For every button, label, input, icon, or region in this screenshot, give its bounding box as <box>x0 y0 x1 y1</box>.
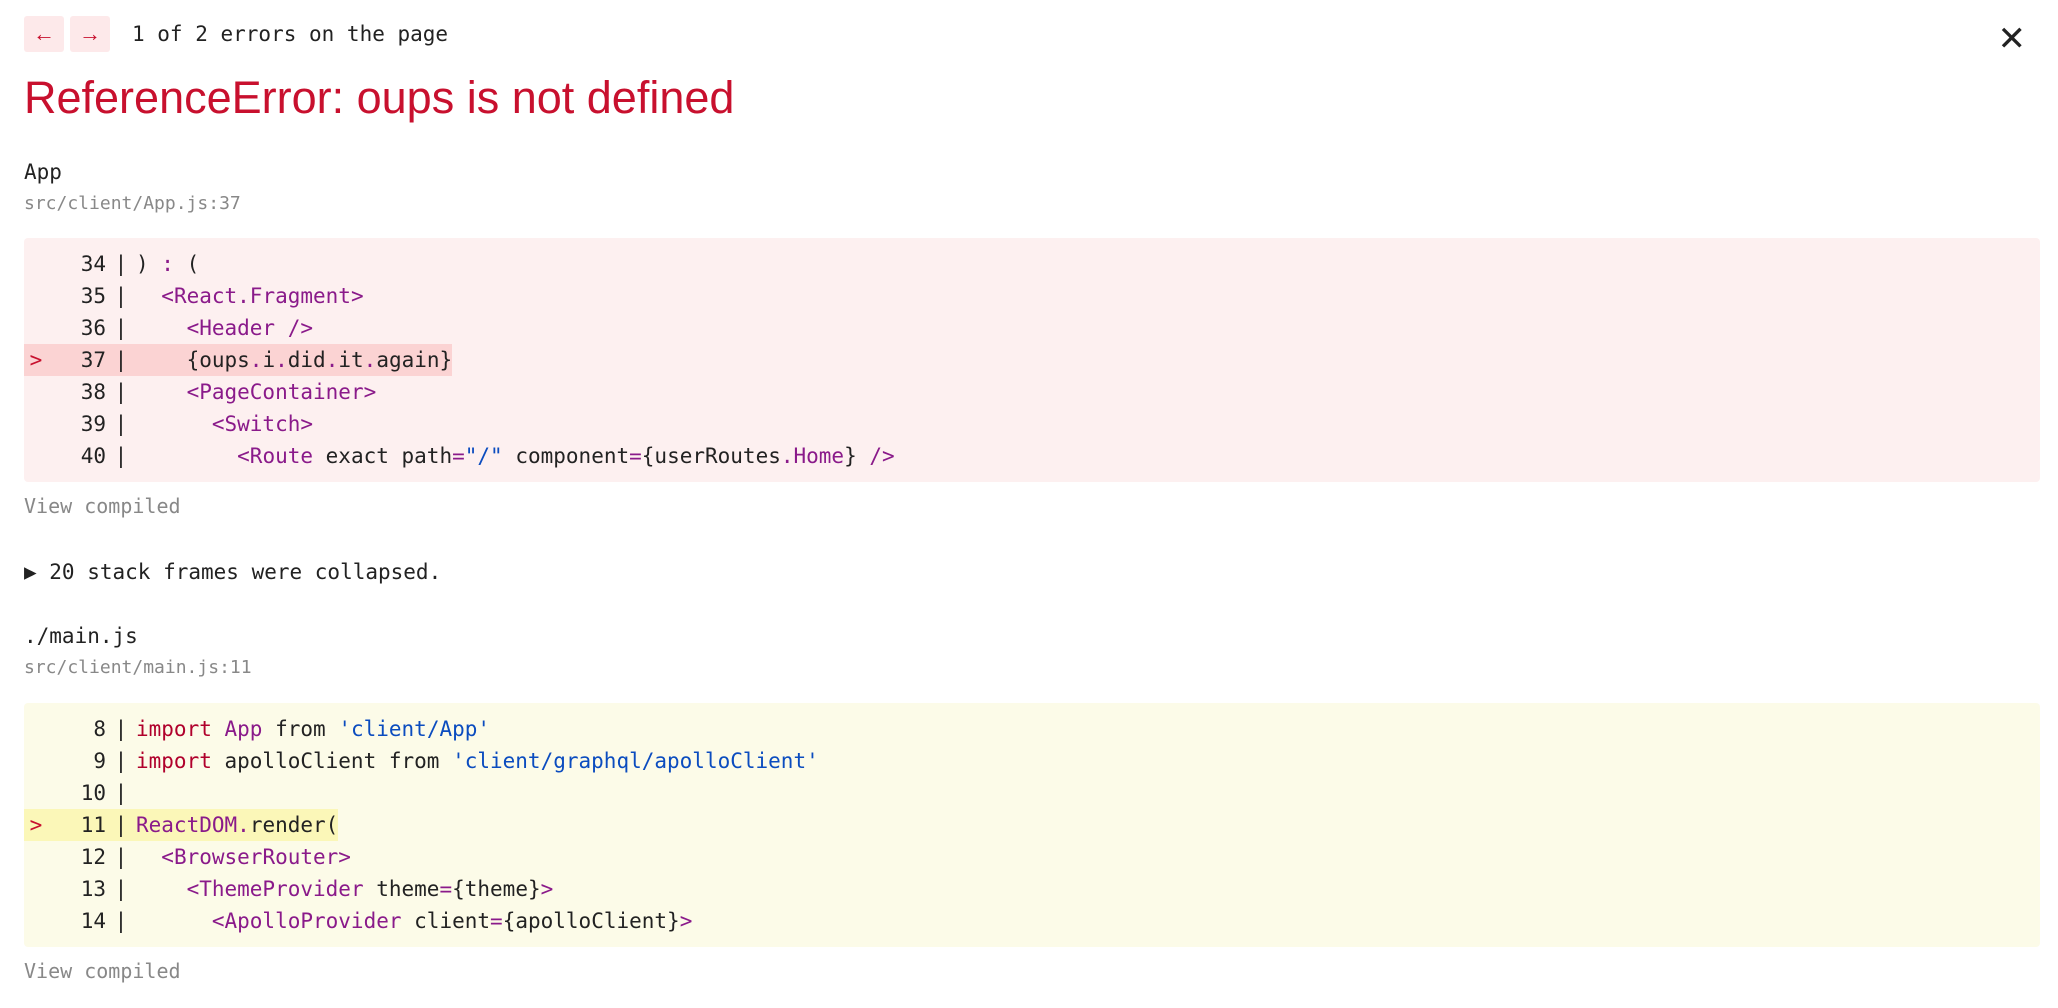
code-line: 12 | <BrowserRouter> <box>80 845 351 869</box>
code-line: 9 | import apolloClient from 'client/graph… <box>93 749 819 773</box>
code-line: 13 | <ThemeProvider theme={theme}> <box>80 877 554 901</box>
frame-name: App <box>24 160 62 184</box>
frame-name: ./main.js <box>24 624 138 648</box>
code-frame: 34 |) : ( 35 | <React.Fragment> 36 | <Heade… <box>24 238 2040 482</box>
arrow-right-icon: → <box>79 21 101 46</box>
error-title: ReferenceError: oups is not defined <box>24 72 735 123</box>
code-frame: 8 | import App from 'client/App' 9 | import … <box>24 703 2040 947</box>
arrow-left-icon: ← <box>33 21 55 46</box>
code-line: 8 | import App from 'client/App' <box>93 717 491 741</box>
code-line: 34 |) : ( <box>80 252 200 276</box>
frame-location[interactable]: src/client/App.js:37 <box>24 193 241 214</box>
close-icon[interactable]: ✕ <box>1998 22 2027 56</box>
code-line: 40 | <Route exact path="/" component={use… <box>80 444 895 468</box>
frame-location[interactable]: src/client/main.js:11 <box>24 657 252 678</box>
code-line: 39 | <Switch> <box>80 412 314 436</box>
error-navigation: ← → 1 of 2 errors on the page <box>24 16 448 52</box>
view-compiled-link[interactable]: View compiled <box>24 959 181 983</box>
collapsed-stack-frames-toggle[interactable]: ▶ 20 stack frames were collapsed. <box>24 560 441 584</box>
code-line: 38 | <PageContainer> <box>80 380 377 404</box>
code-line: 14 | <ApolloProvider client={apolloClient… <box>80 909 693 933</box>
error-count-text: 1 of 2 errors on the page <box>132 22 449 46</box>
highlighted-code-line: >37 | {oups.i.did.it.again} <box>24 344 2040 376</box>
previous-error-button[interactable]: ← <box>24 16 64 52</box>
highlighted-code-line: >11 | ReactDOM.render( <box>24 809 2040 841</box>
code-line: 35 | <React.Fragment> <box>80 284 364 308</box>
code-line: 36 | <Header /> <box>80 316 314 340</box>
next-error-button[interactable]: → <box>70 16 110 52</box>
view-compiled-link[interactable]: View compiled <box>24 494 181 518</box>
code-line: 10 | <box>80 781 128 805</box>
